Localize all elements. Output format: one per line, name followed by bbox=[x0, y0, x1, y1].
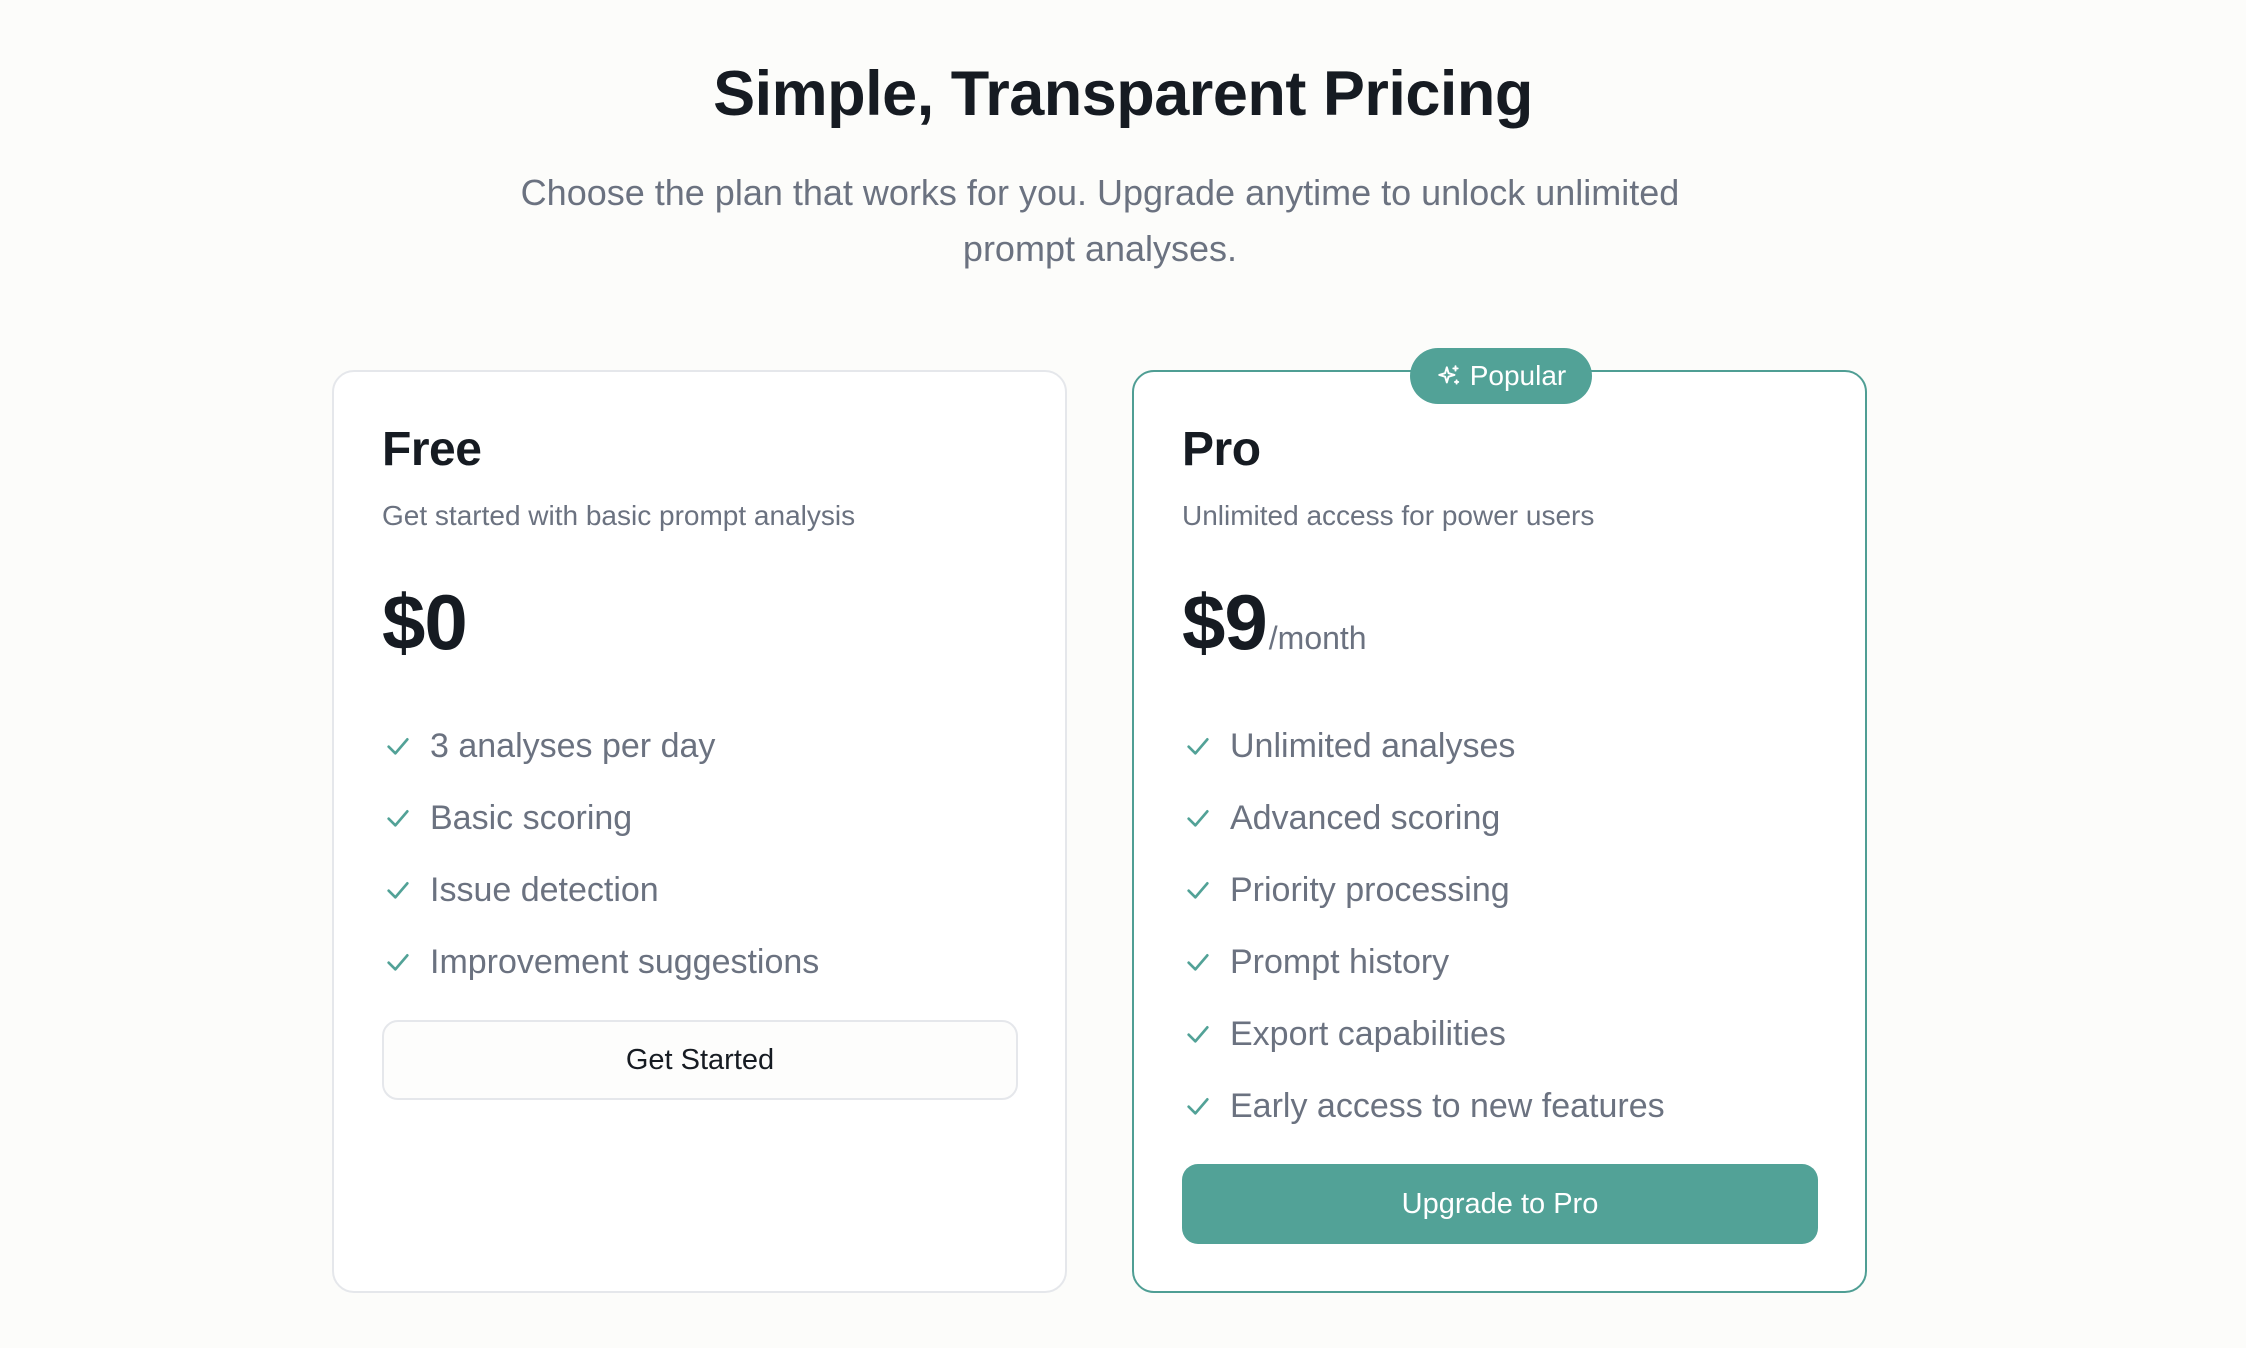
check-icon bbox=[1187, 882, 1209, 899]
check-icon bbox=[1187, 1098, 1209, 1115]
feature-item: Issue detection bbox=[382, 854, 819, 926]
feature-item: Advanced scoring bbox=[1182, 782, 1665, 854]
feature-item: Improvement suggestions bbox=[382, 926, 819, 998]
feature-label: Priority processing bbox=[1230, 870, 1510, 909]
feature-label: Export capabilities bbox=[1230, 1014, 1506, 1053]
badge-label: Popular bbox=[1469, 360, 1567, 391]
feature-item: Early access to new features bbox=[1182, 1070, 1665, 1142]
feature-list: Unlimited analyses Advanced scoring Prio… bbox=[1182, 710, 1665, 1142]
price-row: $0 bbox=[382, 572, 468, 672]
feature-label: 3 analyses per day bbox=[430, 726, 716, 765]
plan-card-free: Free Get started with basic prompt analy… bbox=[332, 370, 1067, 1293]
check-icon bbox=[387, 738, 409, 755]
feature-label: Prompt history bbox=[1230, 942, 1450, 981]
feature-label: Unlimited analyses bbox=[1230, 726, 1516, 765]
price-period: /month bbox=[1268, 620, 1367, 656]
plan-price: $9 bbox=[1182, 578, 1268, 666]
feature-item: 3 analyses per day bbox=[382, 710, 819, 782]
sparkles-icon bbox=[1438, 365, 1459, 385]
check-icon bbox=[387, 810, 409, 827]
get-started-button[interactable]: Get Started bbox=[382, 1020, 1018, 1100]
check-icon bbox=[1187, 1026, 1209, 1043]
plan-card-pro: Popular Pro Unlimited access for power u… bbox=[1132, 348, 1867, 1293]
feature-label: Issue detection bbox=[430, 870, 659, 909]
page-subtitle: Choose the plan that works for you. Upgr… bbox=[520, 172, 1680, 269]
plan-price: $0 bbox=[382, 578, 468, 666]
plan-description: Unlimited access for power users bbox=[1182, 500, 1595, 531]
feature-item: Export capabilities bbox=[1182, 998, 1665, 1070]
check-icon bbox=[387, 882, 409, 899]
plan-description: Get started with basic prompt analysis bbox=[382, 500, 856, 531]
feature-list: 3 analyses per day Basic scoring Issue d… bbox=[382, 710, 819, 998]
feature-item: Priority processing bbox=[1182, 854, 1665, 926]
feature-item: Basic scoring bbox=[382, 782, 819, 854]
check-icon bbox=[1187, 810, 1209, 827]
feature-label: Early access to new features bbox=[1230, 1086, 1665, 1125]
check-icon bbox=[1187, 738, 1209, 755]
popular-badge: Popular bbox=[1410, 348, 1592, 404]
feature-item: Unlimited analyses bbox=[1182, 710, 1665, 782]
feature-label: Advanced scoring bbox=[1230, 798, 1501, 837]
plan-name: Pro bbox=[1182, 423, 1261, 476]
feature-label: Basic scoring bbox=[430, 798, 633, 837]
price-row: $9 /month bbox=[1182, 572, 1367, 672]
feature-label: Improvement suggestions bbox=[430, 942, 820, 981]
upgrade-to-pro-button[interactable]: Upgrade to Pro bbox=[1182, 1164, 1818, 1244]
page-title: Simple, Transparent Pricing bbox=[713, 59, 1533, 129]
check-icon bbox=[1187, 954, 1209, 971]
plan-name: Free bbox=[382, 423, 482, 476]
check-icon bbox=[387, 954, 409, 971]
feature-item: Prompt history bbox=[1182, 926, 1665, 998]
